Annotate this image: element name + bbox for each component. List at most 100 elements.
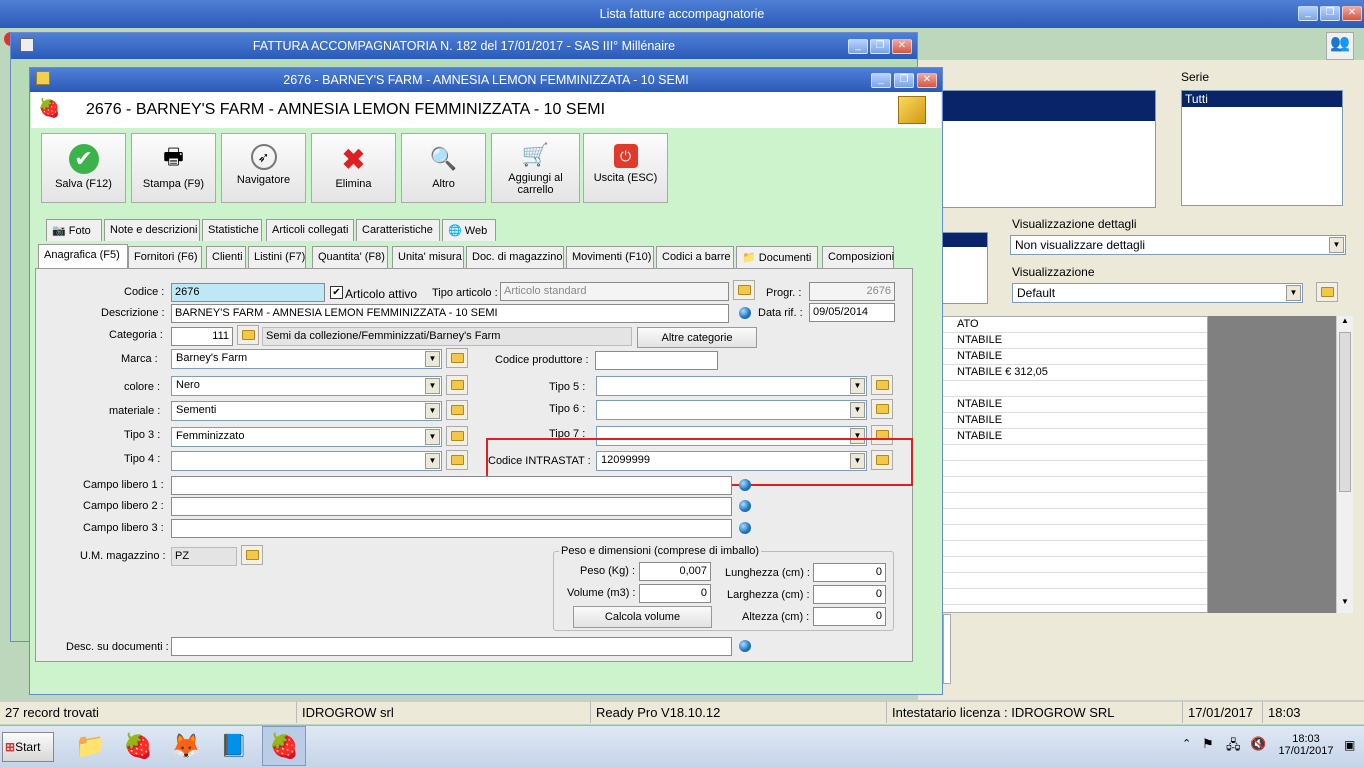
invoice-minimize-button[interactable]: _ xyxy=(848,39,868,54)
table-row[interactable] xyxy=(919,589,1207,605)
colore-select[interactable]: Nero ▼ xyxy=(171,376,442,396)
folder-icon[interactable] xyxy=(446,400,468,420)
tab-web[interactable]: 🌐 Web xyxy=(442,219,496,241)
table-row[interactable] xyxy=(919,493,1207,509)
strawberry-app-icon[interactable]: 🍓 xyxy=(118,726,158,766)
exit-button[interactable]: ⏻ Uscita (ESC) xyxy=(583,133,668,203)
folder-icon[interactable] xyxy=(446,426,468,446)
serie-list[interactable]: Tutti xyxy=(1181,90,1343,206)
strawberry-app-active-icon[interactable]: 🍓 xyxy=(262,726,306,766)
categoria-input[interactable]: 111 xyxy=(171,327,233,346)
clock[interactable]: 18:03 17/01/2017 xyxy=(1276,733,1336,757)
flag-icon[interactable]: ⚑ xyxy=(1202,736,1214,752)
speaker-muted-icon[interactable]: 🔇 xyxy=(1250,736,1266,752)
delete-button[interactable]: ✖ Elimina xyxy=(311,133,396,203)
other-button[interactable]: 🔍 Altro xyxy=(401,133,486,203)
chevron-down-icon[interactable]: ▼ xyxy=(425,351,440,367)
table-row[interactable] xyxy=(919,381,1207,397)
altezza-input[interactable]: 0 xyxy=(813,607,886,626)
tipo5-select[interactable]: ▼ xyxy=(596,376,867,396)
globe-icon[interactable] xyxy=(735,519,755,537)
article-restore-button[interactable]: ❐ xyxy=(894,73,914,88)
table-row[interactable] xyxy=(919,541,1207,557)
articolo-attivo-checkbox[interactable]: ✔ xyxy=(330,286,343,299)
tab-movimenti-f10-[interactable]: Movimenti (F10) xyxy=(566,246,654,268)
tab-listini-f7-[interactable]: Listini (F7) xyxy=(248,246,306,268)
main-minimize-button[interactable]: _ xyxy=(1298,6,1318,21)
folder-icon[interactable] xyxy=(237,325,259,345)
network-icon[interactable]: 🖧 xyxy=(1226,736,1241,758)
tab-doc-di-magazzino[interactable]: Doc. di magazzino xyxy=(466,246,564,268)
table-row[interactable]: NTABILE xyxy=(919,429,1207,445)
table-row[interactable]: NTABILE xyxy=(919,349,1207,365)
codice-input[interactable]: 2676 xyxy=(171,283,325,302)
table-row[interactable]: NTABILE xyxy=(919,333,1207,349)
users-icon[interactable]: 👥 xyxy=(1326,32,1354,60)
folder-icon[interactable] xyxy=(241,545,263,565)
tab-unita-misura[interactable]: Unita' misura xyxy=(392,246,464,268)
save-button[interactable]: ✔ Salva (F12) xyxy=(41,133,126,203)
chevron-down-icon[interactable]: ▼ xyxy=(425,378,440,394)
globe-icon[interactable] xyxy=(735,476,755,494)
background-grid[interactable]: ATO NTABILE NTABILE NTABILE € 312,05 NTABILE… xyxy=(918,316,1208,613)
chevron-down-icon[interactable]: ▼ xyxy=(1286,285,1301,301)
print-button[interactable]: 🖶 Stampa (F9) xyxy=(131,133,216,203)
materiale-select[interactable]: Sementi ▼ xyxy=(171,401,442,421)
start-button[interactable]: ⊞Start xyxy=(2,732,54,762)
main-close-button[interactable]: ✕ xyxy=(1342,6,1362,21)
table-row[interactable] xyxy=(919,477,1207,493)
table-row[interactable] xyxy=(919,445,1207,461)
article-minimize-button[interactable]: _ xyxy=(871,73,891,88)
vis-select[interactable]: Default ▼ xyxy=(1012,283,1303,303)
data-rif-input[interactable]: 09/05/2014 xyxy=(809,303,895,322)
tipo6-select[interactable]: ▼ xyxy=(596,400,867,420)
table-row[interactable]: NTABILE € 312,05 xyxy=(919,365,1207,381)
table-row[interactable] xyxy=(919,573,1207,589)
chevron-down-icon[interactable]: ▼ xyxy=(1329,237,1344,253)
chevron-down-icon[interactable]: ▼ xyxy=(425,403,440,419)
tab-anagrafica-f5-[interactable]: Anagrafica (F5) xyxy=(38,244,128,268)
folder-icon[interactable] xyxy=(1316,282,1338,302)
folder-icon[interactable] xyxy=(446,348,468,368)
folder-icon[interactable] xyxy=(871,375,893,395)
volume-input[interactable]: 0 xyxy=(639,584,711,603)
add-to-cart-button[interactable]: 🛒 Aggiungi al carrello xyxy=(491,133,580,203)
tab-clienti[interactable]: Clienti xyxy=(206,246,246,268)
folder-icon[interactable] xyxy=(733,280,755,300)
campo3-input[interactable] xyxy=(171,519,732,538)
chevron-down-icon[interactable]: ▼ xyxy=(425,453,440,469)
scroll-down-icon[interactable]: ▼ xyxy=(1337,597,1353,613)
firefox-icon[interactable]: 🦊 xyxy=(166,726,206,766)
tab-foto[interactable]: 📷 Foto xyxy=(46,219,102,241)
main-restore-button[interactable]: ❐ xyxy=(1320,6,1340,21)
tipo-articolo-input[interactable]: Articolo standard xyxy=(500,282,729,301)
file-explorer-icon[interactable]: 📁 xyxy=(70,726,110,766)
globe-icon[interactable] xyxy=(735,637,755,655)
tab-fornitori-f6-[interactable]: Fornitori (F6) xyxy=(128,246,202,268)
tab-statistiche[interactable]: Statistiche xyxy=(202,219,262,241)
tipo4-select[interactable]: ▼ xyxy=(171,451,442,471)
chevron-down-icon[interactable]: ▼ xyxy=(425,429,440,445)
codice-produttore-input[interactable] xyxy=(595,351,718,370)
globe-icon[interactable] xyxy=(735,304,755,322)
campo1-input[interactable] xyxy=(171,476,732,495)
background-list[interactable] xyxy=(940,90,1156,208)
notepad-icon[interactable]: 📘 xyxy=(214,726,254,766)
tray-expand-icon[interactable]: ⌃ xyxy=(1182,737,1191,750)
tab-codici-a-barre[interactable]: Codici a barre xyxy=(656,246,734,268)
invoice-restore-button[interactable]: ❐ xyxy=(870,39,890,54)
tab-caratteristiche[interactable]: Caratteristiche xyxy=(356,219,440,241)
chevron-down-icon[interactable]: ▼ xyxy=(850,378,865,394)
tab-documenti[interactable]: 📁 Documenti xyxy=(736,246,818,268)
tab-composizioni[interactable]: Composizioni xyxy=(822,246,894,268)
serie-item[interactable]: Tutti xyxy=(1182,91,1342,107)
lunghezza-input[interactable]: 0 xyxy=(813,563,886,582)
folder-icon[interactable] xyxy=(446,375,468,395)
invoice-close-button[interactable]: ✕ xyxy=(892,39,912,54)
grid-scrollbar[interactable]: ▲ ▼ xyxy=(1336,316,1353,613)
article-close-button[interactable]: ✕ xyxy=(917,73,937,88)
table-row[interactable] xyxy=(919,525,1207,541)
descrizione-input[interactable]: BARNEY'S FARM - AMNESIA LEMON FEMMINIZZA… xyxy=(171,304,729,323)
altre-categorie-button[interactable]: Altre categorie xyxy=(637,327,757,348)
table-row[interactable] xyxy=(919,461,1207,477)
